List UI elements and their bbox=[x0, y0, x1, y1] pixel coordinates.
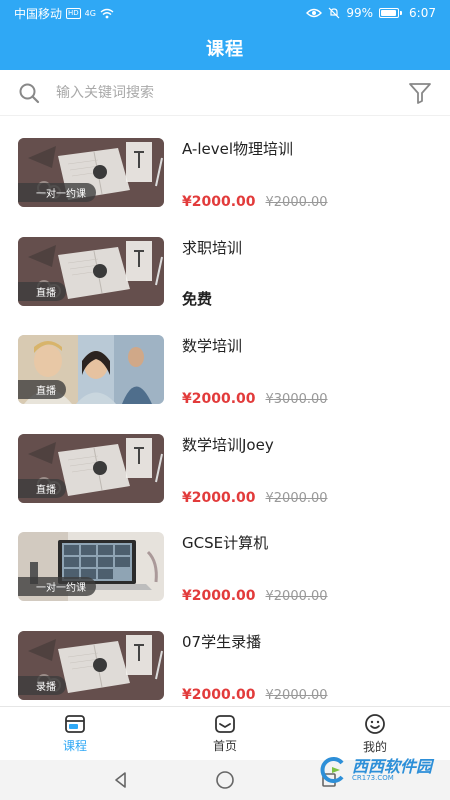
search-icon[interactable] bbox=[18, 82, 40, 104]
battery-icon bbox=[379, 8, 403, 18]
tab-home-label: 首页 bbox=[212, 738, 237, 753]
course-type-tag: 录播 bbox=[18, 675, 66, 695]
tab-home[interactable]: 首页 bbox=[150, 707, 300, 760]
network-label: 4G bbox=[84, 8, 96, 18]
course-info: 数学培训 ¥2000.00 ¥3000.00 bbox=[182, 335, 432, 407]
eye-icon bbox=[306, 8, 323, 18]
course-thumbnail: 一对一约课 bbox=[18, 532, 164, 601]
course-price: ¥2000.00 bbox=[182, 194, 256, 210]
original-price: ¥2000.00 bbox=[265, 490, 328, 506]
status-right: 99% 6:07 bbox=[306, 6, 436, 20]
price-row: 免费 bbox=[182, 288, 212, 309]
back-icon[interactable] bbox=[112, 771, 130, 789]
course-info: 07学生录播 ¥2000.00 ¥2000.00 bbox=[182, 631, 432, 703]
search-input[interactable] bbox=[56, 84, 408, 101]
course-info: A-level物理培训 ¥2000.00 ¥2000.00 bbox=[182, 138, 432, 210]
course-type-tag: 直播 bbox=[18, 281, 66, 301]
price-row: ¥2000.00 ¥3000.00 bbox=[182, 391, 328, 407]
course-title: 数学培训Joey bbox=[182, 435, 274, 454]
tab-course-label: 课程 bbox=[62, 738, 87, 753]
original-price: ¥2000.00 bbox=[265, 687, 328, 703]
tab-mine[interactable]: 我的 bbox=[300, 707, 450, 760]
original-price: ¥2000.00 bbox=[265, 195, 328, 210]
status-bar: 中国移动 HD 4G 99% 6:07 bbox=[0, 0, 450, 26]
home-icon bbox=[215, 714, 235, 733]
search-bar bbox=[0, 70, 450, 116]
course-thumbnail: 直播 bbox=[18, 236, 164, 306]
course-price: ¥2000.00 bbox=[182, 489, 256, 506]
home-circle-icon[interactable] bbox=[215, 770, 235, 790]
tab-course[interactable]: 课程 bbox=[0, 707, 150, 760]
wifi-icon bbox=[100, 8, 114, 18]
course-title: 07学生录播 bbox=[182, 632, 262, 651]
course-type-tag: 直播 bbox=[18, 380, 66, 399]
filter-icon[interactable] bbox=[408, 82, 432, 104]
course-thumbnail: 直播 bbox=[18, 433, 164, 503]
course-item[interactable]: 直播 数学培训 ¥2000.00 ¥3000.00 bbox=[0, 323, 450, 422]
course-type-tag: 一对一约课 bbox=[18, 577, 96, 596]
course-item[interactable]: 直播 求职培训免费 bbox=[0, 225, 450, 324]
course-type-tag: 一对一约课 bbox=[18, 183, 96, 202]
original-price: ¥3000.00 bbox=[265, 392, 328, 407]
hd-badge: HD bbox=[66, 7, 81, 19]
course-list: 一对一约课 A-level物理培训 ¥2000.00 ¥2000.00 直播 求职培训免费… bbox=[0, 126, 450, 706]
course-thumbnail: 一对一约课 bbox=[18, 138, 164, 207]
course-item[interactable]: 一对一约课 GCSE计算机 ¥2000.00 ¥2000.00 bbox=[0, 520, 450, 619]
carrier-label: 中国移动 bbox=[14, 6, 63, 21]
watermark-text: 西西软件园 bbox=[351, 756, 432, 776]
course-thumbnail: 录播 bbox=[18, 630, 164, 700]
watermark-sub: CR173.COM bbox=[351, 773, 394, 782]
course-title: 数学培训 bbox=[182, 337, 243, 355]
title-bar: 课程 bbox=[0, 26, 450, 70]
course-info: 数学培训Joey ¥2000.00 ¥2000.00 bbox=[182, 434, 432, 506]
price-row: ¥2000.00 ¥2000.00 bbox=[182, 588, 328, 604]
course-price: ¥2000.00 bbox=[182, 588, 256, 604]
battery-percent: 99% bbox=[346, 6, 374, 20]
course-title: GCSE计算机 bbox=[182, 534, 269, 552]
page-title: 课程 bbox=[206, 39, 244, 60]
battery-fill bbox=[381, 10, 397, 16]
tab-mine-label: 我的 bbox=[362, 739, 387, 754]
course-info: 求职培训 免费 bbox=[182, 237, 432, 309]
course-type-tag: 直播 bbox=[18, 478, 66, 498]
watermark-logo-icon bbox=[320, 757, 344, 783]
clock: 6:07 bbox=[409, 6, 436, 20]
status-left: 中国移动 HD 4G bbox=[14, 5, 114, 22]
course-item[interactable]: 录播 07学生录播 ¥2000.00 ¥2000.00 bbox=[0, 619, 450, 707]
course-title: 求职培训 bbox=[182, 238, 243, 257]
price-row: ¥2000.00 ¥2000.00 bbox=[182, 194, 328, 210]
price-row: ¥2000.00 ¥2000.00 bbox=[182, 490, 328, 506]
course-price: ¥2000.00 bbox=[182, 686, 256, 703]
course-icon bbox=[65, 714, 85, 733]
course-item[interactable]: 一对一约课 A-level物理培训 ¥2000.00 ¥2000.00 bbox=[0, 126, 450, 225]
original-price: ¥2000.00 bbox=[265, 589, 328, 604]
mute-bell-icon bbox=[328, 7, 340, 19]
smile-icon bbox=[365, 713, 385, 734]
course-price: ¥2000.00 bbox=[182, 391, 256, 407]
course-info: GCSE计算机 ¥2000.00 ¥2000.00 bbox=[182, 532, 432, 604]
course-thumbnail: 直播 bbox=[18, 335, 164, 404]
course-title: A-level物理培训 bbox=[182, 140, 294, 158]
price-row: ¥2000.00 ¥2000.00 bbox=[182, 687, 328, 703]
watermark: 西西软件园 CR173.COM bbox=[318, 755, 432, 785]
course-item[interactable]: 直播 数学培训Joey ¥2000.00 ¥2000.00 bbox=[0, 422, 450, 521]
bottom-nav: 课程 首页 我的 bbox=[0, 706, 450, 760]
free-label: 免费 bbox=[182, 289, 213, 308]
